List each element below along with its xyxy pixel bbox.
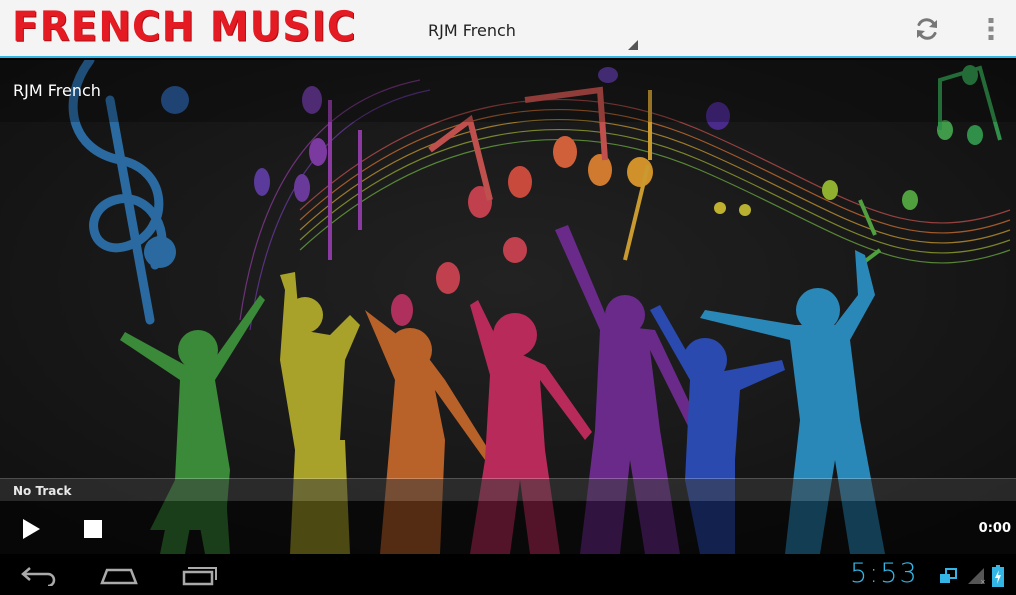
refresh-icon <box>917 18 937 40</box>
home-icon <box>100 568 138 585</box>
svg-text:×: × <box>980 578 985 585</box>
refresh-button[interactable] <box>904 11 950 47</box>
play-button[interactable] <box>16 515 46 543</box>
back-icon <box>21 567 56 586</box>
play-icon <box>23 519 40 539</box>
station-selector[interactable]: RJM French <box>418 10 640 52</box>
station-artwork-area: RJM French No Track 0:00 <box>0 60 1016 554</box>
action-bar: FRENCH MUSIC RJM French <box>0 0 1016 58</box>
station-name: RJM French <box>13 81 101 100</box>
player-bar: No Track 0:00 <box>0 478 1016 554</box>
recent-apps-button[interactable] <box>170 558 230 592</box>
elapsed-time: 0:00 <box>978 521 1011 536</box>
track-info: No Track <box>0 479 1016 501</box>
stop-button[interactable] <box>78 515 108 543</box>
track-title: No Track <box>13 484 72 498</box>
recent-apps-icon <box>182 567 217 586</box>
overflow-menu-button[interactable] <box>972 11 1010 47</box>
signal-icon: × <box>966 566 986 586</box>
station-selector-label: RJM French <box>428 21 516 40</box>
battery-charging-icon <box>990 565 1006 587</box>
player-controls: 0:00 <box>0 501 1016 554</box>
back-button[interactable] <box>10 558 70 592</box>
app-logo: FRENCH MUSIC <box>12 3 357 52</box>
clock: 5:53 <box>850 558 919 589</box>
home-button[interactable] <box>89 558 149 592</box>
stop-icon <box>84 520 102 538</box>
system-navigation-bar: 5:53 × <box>0 554 1016 595</box>
screen-share-icon <box>938 566 958 586</box>
dropdown-arrow-icon <box>628 40 638 50</box>
overflow-menu-icon <box>988 18 994 40</box>
station-header: RJM French <box>0 60 1016 122</box>
